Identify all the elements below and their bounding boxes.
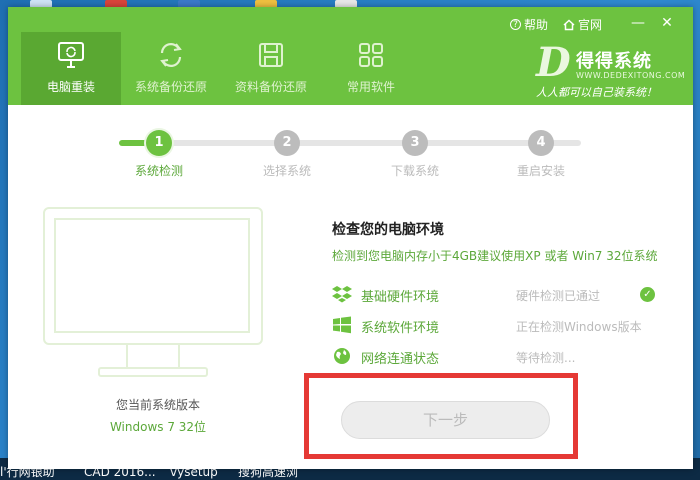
monitor-refresh-icon [58, 42, 84, 68]
help-label: 帮助 [524, 18, 549, 32]
check-row-name: 网络连通状态 [361, 352, 440, 367]
step-4-label: 重启安装 [516, 164, 565, 178]
check-ok-icon: ✓ [640, 287, 655, 302]
header-bar: ? 帮助 官网 — ✕ 电脑重装 系统备份还原 资料备份还原 常用软件 D 得得… [8, 7, 693, 105]
logo-slogan: 人人都可以自己装系统！ [536, 86, 657, 99]
save-icon [259, 43, 283, 67]
monitor-stand [126, 345, 180, 369]
tab-reinstall[interactable]: 电脑重装 [21, 32, 121, 105]
step-3-badge: 3 [402, 130, 428, 156]
step-1-badge: 1 [146, 130, 172, 156]
official-site-link[interactable]: 官网 [563, 16, 602, 33]
official-site-label: 官网 [578, 18, 603, 32]
check-row-name: 系统软件环境 [361, 321, 440, 336]
logo-url: WWW.DEDEXITONG.COM [576, 71, 686, 80]
check-description: 检测到您电脑内存小于4GB建议使用XP 或者 Win7 32位系统 [332, 249, 658, 263]
tab-common-software[interactable]: 常用软件 [321, 32, 421, 105]
brand-logo: D 得得系统 WWW.DEDEXITONG.COM 人人都可以自己装系统！ [536, 39, 686, 100]
close-icon: ✕ [661, 15, 673, 31]
globe-icon [334, 348, 350, 364]
tab-label: 系统备份还原 [134, 80, 207, 94]
step-2-badge: 2 [274, 130, 300, 156]
home-icon [563, 18, 575, 30]
tab-label: 电脑重装 [46, 80, 95, 94]
highlight-annotation-box [304, 373, 578, 459]
logo-mark-icon: D [536, 39, 571, 86]
current-system-value: Windows 7 32位 [109, 420, 207, 434]
tab-system-backup[interactable]: 系统备份还原 [121, 32, 221, 105]
progress-bar-track [157, 140, 581, 146]
check-row-status: 等待检测... [516, 351, 576, 365]
help-icon: ? [510, 19, 521, 30]
check-row-status: 硬件检测已通过 [516, 289, 601, 303]
dropbox-icon [332, 286, 352, 303]
step-2-label: 选择系统 [262, 164, 311, 178]
logo-title: 得得系统 [576, 51, 652, 72]
tab-label: 资料备份还原 [234, 80, 307, 94]
minimize-icon: — [631, 15, 645, 31]
step-3-label: 下载系统 [390, 164, 439, 178]
close-button[interactable]: ✕ [654, 13, 680, 33]
current-system-label: 您当前系统版本 [115, 398, 200, 412]
step-1-label: 系统检测 [134, 164, 183, 178]
check-row-status: 正在检测Windows版本 [516, 320, 642, 334]
refresh-icon [160, 43, 182, 67]
monitor-illustration [43, 207, 263, 345]
check-row-name: 基础硬件环境 [361, 290, 440, 305]
check-title: 检查您的电脑环境 [332, 222, 444, 238]
windows-icon [333, 316, 351, 334]
step-4-badge: 4 [528, 130, 554, 156]
grid-icon [359, 43, 383, 67]
tab-data-backup[interactable]: 资料备份还原 [221, 32, 321, 105]
minimize-button[interactable]: — [625, 13, 651, 33]
monitor-base [98, 367, 208, 377]
installer-window: ? 帮助 官网 — ✕ 电脑重装 系统备份还原 资料备份还原 常用软件 D 得得… [8, 7, 693, 469]
monitor-screen [54, 218, 250, 333]
help-link[interactable]: ? 帮助 [510, 16, 548, 33]
tab-label: 常用软件 [346, 80, 395, 94]
